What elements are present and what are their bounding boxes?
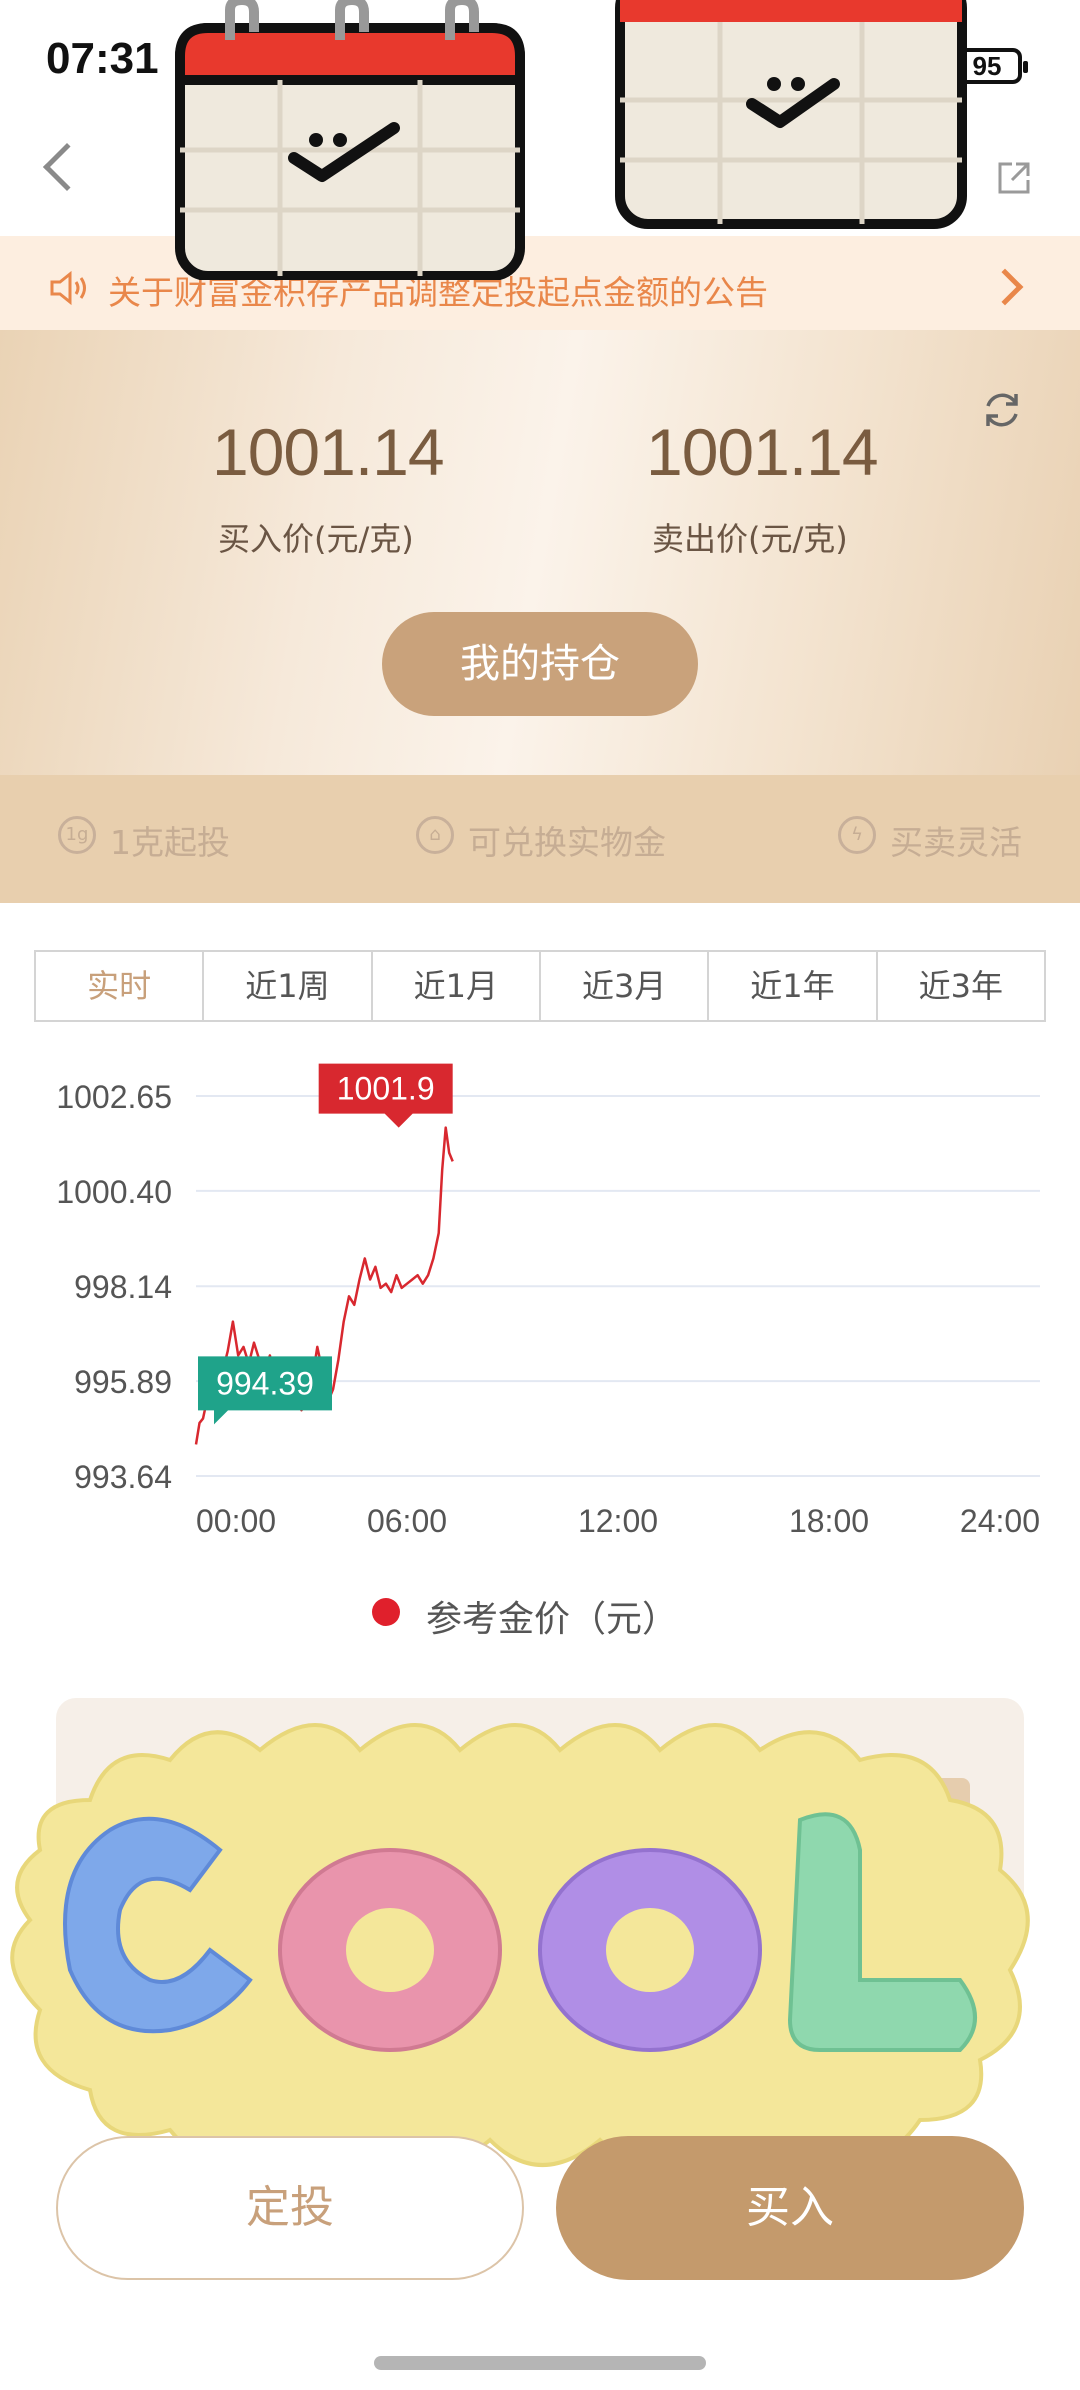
x-tick-label: 18:00 bbox=[789, 1503, 869, 1539]
tab-3-years[interactable]: 近3年 bbox=[878, 952, 1044, 1020]
y-tick-label: 998.14 bbox=[74, 1269, 172, 1305]
sell-price-value: 1001.14 bbox=[646, 415, 879, 489]
y-tick-label: 1000.40 bbox=[56, 1174, 172, 1210]
tab-3-months[interactable]: 近3月 bbox=[541, 952, 710, 1020]
buy-price-label: 买入价(元/克) bbox=[218, 520, 414, 558]
my-holdings-button[interactable]: 我的持仓 bbox=[382, 612, 698, 716]
y-tick-label: 1002.65 bbox=[56, 1079, 172, 1115]
tab-1-year[interactable]: 近1年 bbox=[709, 952, 878, 1020]
feature-physical-gold: 可兑换实物金 bbox=[468, 823, 666, 862]
sell-price-label: 卖出价(元/克) bbox=[652, 520, 848, 558]
x-tick-label: 24:00 bbox=[960, 1503, 1040, 1539]
buy-price-value: 1001.14 bbox=[212, 415, 445, 489]
x-tick-label: 06:00 bbox=[367, 1503, 447, 1539]
refresh-icon[interactable] bbox=[978, 386, 1026, 434]
svg-text:1001.9: 1001.9 bbox=[337, 1071, 435, 1107]
y-tick-label: 995.89 bbox=[74, 1364, 172, 1400]
status-time: 07:31 bbox=[46, 34, 159, 83]
y-tick-label: 993.64 bbox=[74, 1459, 172, 1495]
x-tick-label: 12:00 bbox=[578, 1503, 658, 1539]
home-indicator[interactable] bbox=[374, 2356, 706, 2370]
share-icon[interactable] bbox=[994, 158, 1034, 198]
tab-1-week[interactable]: 近1周 bbox=[204, 952, 373, 1020]
calendar-sticker-icon bbox=[615, 0, 967, 229]
legend-label: 参考金价（元） bbox=[426, 1599, 679, 1640]
legend-marker bbox=[372, 1598, 400, 1626]
svg-text:994.39: 994.39 bbox=[216, 1365, 314, 1401]
calendar-sticker-icon bbox=[175, 0, 525, 280]
back-arrow-icon[interactable] bbox=[42, 142, 92, 192]
x-tick-label: 00:00 bbox=[196, 1503, 276, 1539]
buy-button[interactable]: 买入 bbox=[556, 2136, 1024, 2280]
speaker-icon bbox=[50, 270, 86, 306]
one-gram-icon: 1g bbox=[58, 816, 96, 854]
tab-1-month[interactable]: 近1月 bbox=[373, 952, 541, 1020]
max-price-label: 1001.9 bbox=[318, 1063, 453, 1128]
gold-bar-icon: ⌂ bbox=[416, 816, 454, 854]
tab-realtime[interactable]: 实时 bbox=[36, 952, 205, 1020]
lightning-icon: ϟ bbox=[838, 816, 876, 854]
cool-sticker-icon bbox=[10, 1723, 1030, 2167]
sip-button[interactable]: 定投 bbox=[56, 2136, 524, 2280]
period-tabs: 实时 近1周 近1月 近3月 近1年 近3年 bbox=[34, 950, 1046, 1022]
gold-price-chart[interactable]: 1002.65 1000.40 998.14 995.89 993.64 00:00 06… bbox=[0, 1030, 1080, 1570]
feature-min-invest: 1克起投 bbox=[110, 823, 230, 862]
min-price-label: 994.39 bbox=[198, 1356, 332, 1425]
feature-flexible-trading: 买卖灵活 bbox=[890, 823, 1022, 862]
